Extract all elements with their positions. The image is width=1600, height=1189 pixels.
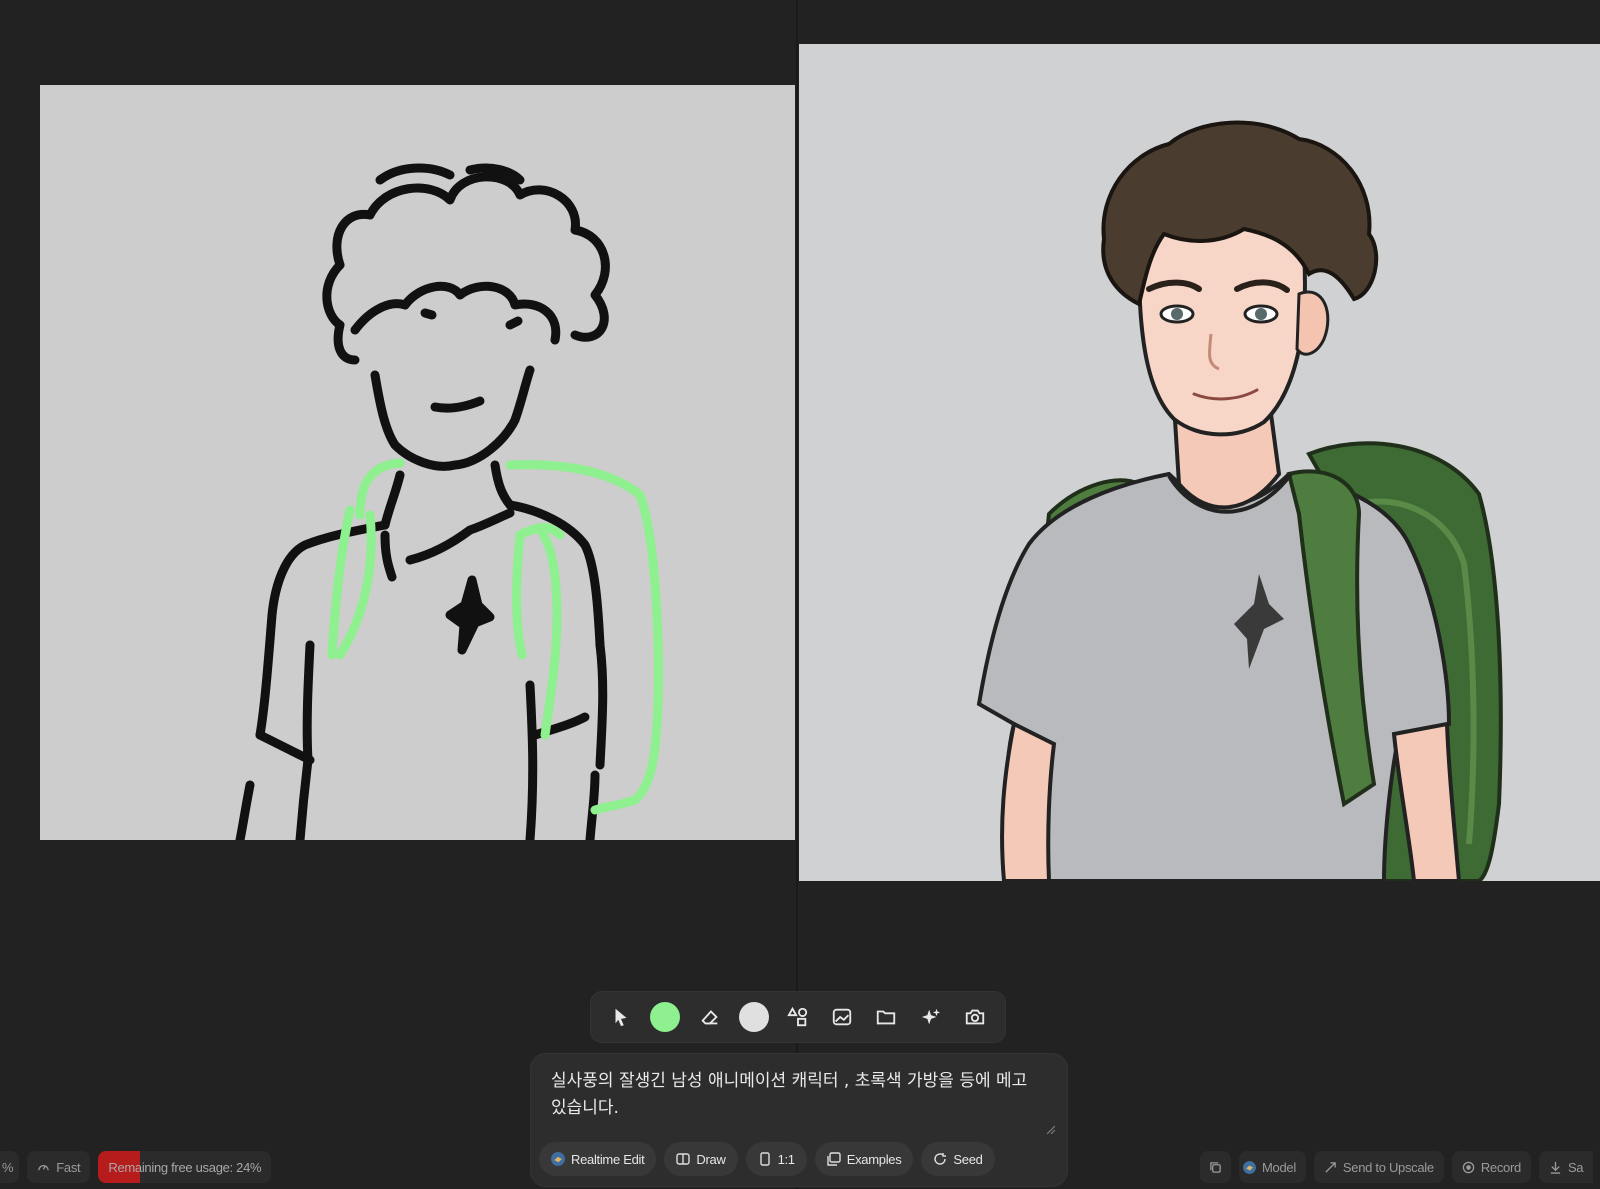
- send-to-upscale-label: Send to Upscale: [1342, 1159, 1434, 1175]
- image-icon: [833, 1008, 852, 1026]
- magic-tool[interactable]: [913, 999, 949, 1035]
- aspect-ratio-button[interactable]: 1:1: [745, 1142, 807, 1176]
- prompt-panel: Realtime Edit Draw 1:1 Examples Seed: [530, 1053, 1068, 1187]
- seed-button[interactable]: Seed: [921, 1142, 995, 1176]
- record-button[interactable]: Record: [1451, 1151, 1531, 1183]
- refresh-icon: [934, 1153, 947, 1165]
- brush-color-swatch: [650, 1002, 681, 1032]
- record-label: Record: [1480, 1159, 1521, 1175]
- select-tool[interactable]: [603, 999, 639, 1035]
- model-select-button[interactable]: Realtime Edit: [539, 1142, 657, 1176]
- copy-button[interactable]: [1200, 1151, 1231, 1183]
- sparkle-icon: [921, 1008, 940, 1025]
- camera-icon: [965, 1009, 985, 1025]
- percent-chip: %: [0, 1151, 20, 1183]
- sketch-drawing: [235, 163, 663, 840]
- eraser-icon: [700, 1010, 718, 1025]
- model-thumbnail-icon: [1243, 1160, 1256, 1174]
- anime-character-illustration: [799, 44, 1600, 881]
- prompt-input[interactable]: [551, 1068, 1041, 1136]
- status-bar-left: % Fast Remaining free usage: 24%: [0, 1150, 272, 1184]
- draw-label: Draw: [696, 1151, 726, 1167]
- sketch-canvas[interactable]: [40, 85, 795, 840]
- split-view-icon: [676, 1153, 691, 1165]
- cursor-arrow-icon: [615, 1008, 627, 1027]
- aspect-ratio-icon: [759, 1152, 770, 1166]
- color-swatch-icon: [738, 1002, 769, 1032]
- drawing-toolbar: [590, 991, 1006, 1043]
- save-label-fragment: Sa: [1567, 1159, 1584, 1175]
- realtime-edit-label: Realtime Edit: [571, 1151, 645, 1167]
- copy-icon: [1210, 1161, 1221, 1173]
- canvas-color-tool[interactable]: [736, 999, 772, 1035]
- send-to-upscale-button[interactable]: Send to Upscale: [1313, 1151, 1444, 1183]
- examples-button[interactable]: Examples: [814, 1142, 914, 1176]
- shapes-icon: [787, 1006, 808, 1027]
- shapes-tool[interactable]: [780, 999, 816, 1035]
- draw-mode-button[interactable]: Draw: [664, 1142, 738, 1176]
- eraser-tool[interactable]: [692, 999, 728, 1035]
- examples-label: Examples: [846, 1151, 902, 1167]
- camera-tool[interactable]: [957, 999, 993, 1035]
- usage-label: Remaining free usage: 24%: [108, 1159, 262, 1175]
- record-icon: [1462, 1161, 1475, 1173]
- speed-label: Fast: [56, 1159, 81, 1175]
- prompt-options: Realtime Edit Draw 1:1 Examples Seed: [539, 1142, 995, 1176]
- status-bar-right: Model Send to Upscale Record Sa: [1200, 1150, 1594, 1184]
- image-tool[interactable]: [824, 999, 860, 1035]
- percent-fragment: %: [2, 1159, 14, 1175]
- usage-meter: Remaining free usage: 24%: [98, 1151, 272, 1183]
- save-button[interactable]: Sa: [1538, 1151, 1594, 1183]
- model-thumbnail-icon: [551, 1152, 565, 1166]
- model-button[interactable]: Model: [1239, 1151, 1306, 1183]
- upscale-icon: [1325, 1161, 1336, 1173]
- generated-output-image: [799, 44, 1600, 881]
- speed-toggle[interactable]: Fast: [27, 1151, 91, 1183]
- gallery-icon: [827, 1152, 841, 1166]
- model-label: Model: [1262, 1159, 1296, 1175]
- speedometer-icon: [38, 1164, 50, 1170]
- folder-icon: [877, 1010, 896, 1025]
- folder-tool[interactable]: [868, 999, 904, 1035]
- download-icon: [1550, 1161, 1561, 1174]
- resize-handle-icon[interactable]: [1047, 1126, 1055, 1134]
- seed-label: Seed: [953, 1151, 983, 1167]
- brush-tool[interactable]: [647, 999, 683, 1035]
- aspect-ratio-label: 1:1: [777, 1151, 795, 1167]
